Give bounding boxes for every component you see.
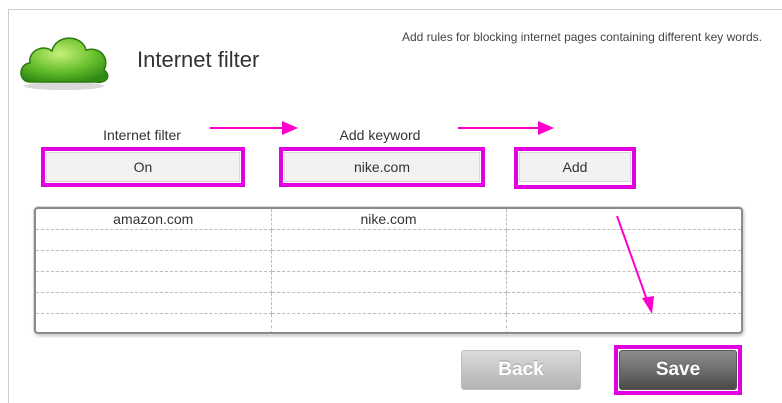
table-cell	[271, 250, 507, 272]
keywords-table: amazon.com nike.com	[34, 207, 743, 334]
table-cell	[506, 229, 741, 251]
table-cell	[506, 271, 741, 293]
page-description: Add rules for blocking internet pages co…	[402, 30, 762, 44]
table-cell	[506, 292, 741, 314]
internet-filter-select[interactable]: On	[46, 152, 240, 182]
table-cell	[271, 313, 507, 332]
content-frame	[8, 9, 782, 403]
table-row[interactable]: amazon.com nike.com	[36, 209, 741, 230]
table-cell: amazon.com	[36, 209, 272, 230]
table-cell: nike.com	[271, 209, 507, 230]
table-row[interactable]	[36, 229, 741, 251]
table-cell	[36, 250, 272, 272]
internet-filter-label: Internet filter	[103, 127, 181, 143]
table-cell	[506, 314, 741, 333]
page-title: Internet filter	[137, 47, 260, 72]
keyword-input[interactable]: nike.com	[284, 152, 480, 182]
table-cell	[506, 250, 741, 272]
table-cell	[271, 292, 507, 314]
save-button[interactable]: Save	[619, 350, 737, 390]
back-button[interactable]: Back	[461, 350, 581, 390]
table-cell	[36, 229, 272, 251]
table-cell	[36, 292, 272, 314]
table-row[interactable]	[36, 313, 741, 333]
table-cell	[271, 229, 507, 251]
table-row[interactable]	[36, 250, 741, 272]
table-row[interactable]	[36, 292, 741, 314]
table-cell	[271, 271, 507, 293]
table-cell	[506, 209, 741, 230]
add-button[interactable]: Add	[519, 152, 631, 182]
table-cell	[36, 271, 272, 293]
cloud-logo-icon	[20, 37, 109, 90]
table-cell	[36, 313, 272, 332]
table-row[interactable]	[36, 271, 741, 293]
add-keyword-label: Add keyword	[339, 127, 421, 143]
